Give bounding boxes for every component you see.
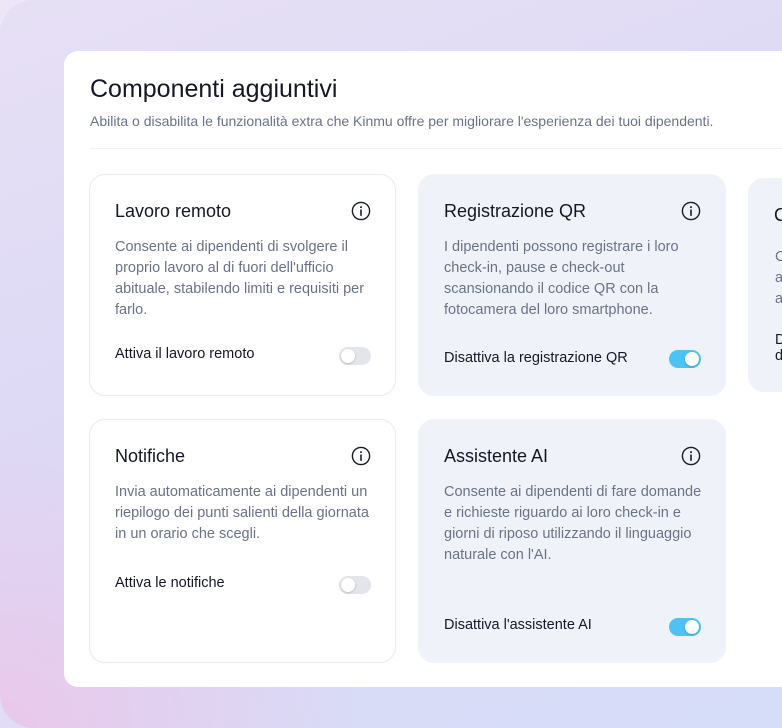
- card-description-line: a: [775, 291, 782, 307]
- addons-panel: Componenti aggiuntivi Abilita o disabili…: [64, 51, 782, 687]
- toggle-knob: [685, 352, 699, 366]
- toggle-knob: [341, 349, 355, 363]
- notifications-toggle[interactable]: [339, 576, 371, 594]
- background: Componenti aggiuntivi Abilita o disabili…: [0, 0, 782, 728]
- card-ai-assistant: Assistente AI Consente ai dipendenti di …: [418, 419, 726, 663]
- toggle-knob: [341, 578, 355, 592]
- ai-assistant-toggle[interactable]: [669, 618, 701, 636]
- qr-registration-toggle[interactable]: [669, 350, 701, 368]
- info-icon[interactable]: [351, 446, 371, 466]
- card-description: Invia automaticamente ai dipendenti un r…: [115, 484, 369, 542]
- info-icon[interactable]: [681, 201, 701, 221]
- card-action-label: D: [775, 332, 782, 348]
- info-icon[interactable]: [681, 446, 701, 466]
- page-title: Componenti aggiuntivi: [90, 75, 338, 103]
- card-title: Notifiche: [115, 446, 186, 466]
- card-title: Registrazione QR: [444, 201, 587, 221]
- card-action-label: Disattiva l'assistente AI: [444, 617, 592, 633]
- card-partial: C C a a D d: [748, 178, 782, 392]
- card-action-label: d: [775, 348, 782, 364]
- header-divider: [90, 148, 782, 149]
- card-description-line: a: [775, 270, 782, 286]
- card-qr-registration: Registrazione QR I dipendenti possono re…: [418, 174, 726, 396]
- info-icon[interactable]: [351, 201, 371, 221]
- card-notifications: Notifiche Invia automaticamente ai dipen…: [89, 419, 396, 663]
- card-action-label: Attiva il lavoro remoto: [115, 346, 255, 362]
- card-description: Consente ai dipendenti di svolgere il pr…: [115, 239, 365, 318]
- remote-work-toggle[interactable]: [339, 347, 371, 365]
- card-action-label: Attiva le notifiche: [115, 575, 225, 591]
- page-subtitle: Abilita o disabilita le funzionalità ext…: [90, 113, 714, 129]
- card-action-label: Disattiva la registrazione QR: [444, 350, 628, 366]
- card-title: Lavoro remoto: [115, 201, 232, 221]
- toggle-knob: [685, 620, 699, 634]
- card-remote-work: Lavoro remoto Consente ai dipendenti di …: [89, 174, 396, 396]
- card-title: C: [774, 205, 782, 225]
- card-description: I dipendenti possono registrare i loro c…: [444, 239, 679, 318]
- card-title: Assistente AI: [444, 446, 549, 466]
- card-description: Consente ai dipendenti di fare domande e…: [444, 484, 702, 563]
- card-description-line: C: [775, 249, 782, 265]
